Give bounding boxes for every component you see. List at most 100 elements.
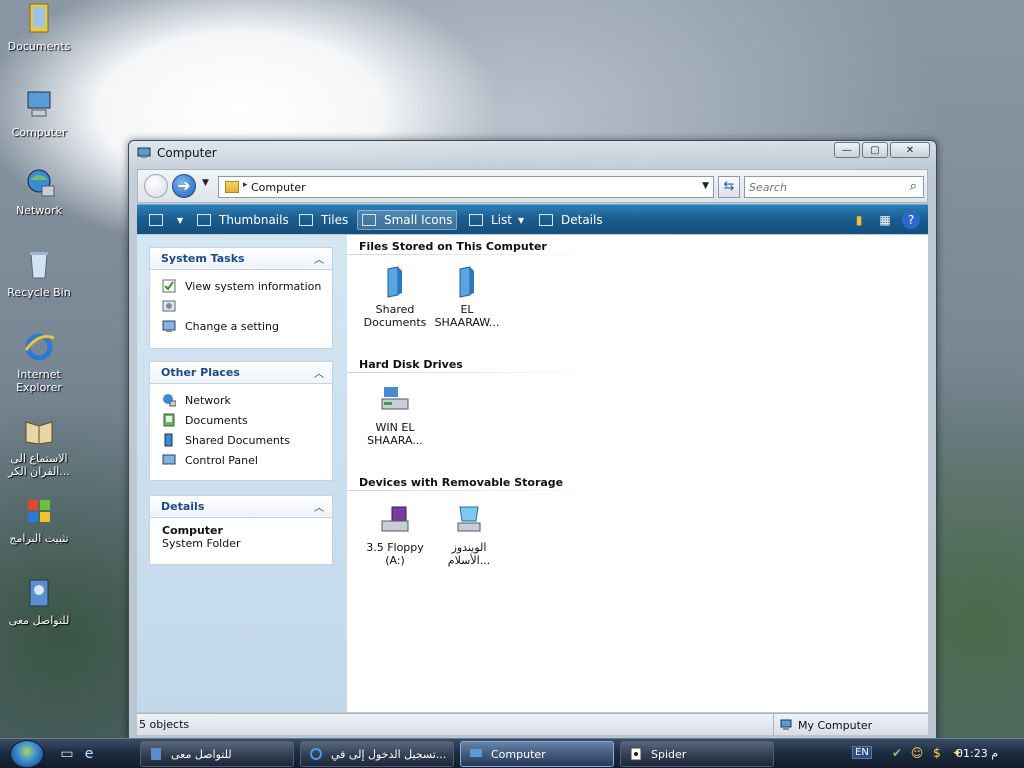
- close-button[interactable]: ✕: [890, 142, 930, 158]
- panel-title: Details: [161, 500, 205, 513]
- place-network[interactable]: Network: [162, 390, 332, 410]
- task-add-remove-programs[interactable]: [162, 296, 332, 316]
- notes-icon[interactable]: ▮: [850, 211, 868, 229]
- desktop-icon-label: تثبيت البرامج: [9, 532, 69, 545]
- taskbar-button-computer[interactable]: Computer: [460, 741, 614, 767]
- tiles-label: Tiles: [321, 213, 349, 227]
- taskbar-button-browser[interactable]: تسجيل الدخول إلى في...: [300, 741, 454, 767]
- task-view-system-info[interactable]: View system information: [162, 276, 332, 296]
- desktop-icon-internet-explorer[interactable]: Internet Explorer: [4, 330, 74, 394]
- thumbnails-label: Thumbnails: [219, 213, 289, 227]
- desktop-icon-label: للتواصل معى: [8, 614, 70, 627]
- computer-icon: [470, 749, 482, 757]
- explorer-window: Computer — ▢ ✕ ➜ ▼ ▸ Computer ▼ ⇆ ⌕ ▼ Th…: [128, 140, 937, 740]
- clock[interactable]: م 01:23: [956, 747, 998, 760]
- chevron-up-icon[interactable]: ︿: [314, 251, 324, 266]
- left-task-pane: System Tasks ︿ View system information C…: [137, 235, 347, 712]
- list-button[interactable]: List ▼: [465, 210, 528, 230]
- language-indicator[interactable]: EN: [852, 746, 872, 759]
- place-documents[interactable]: Documents: [162, 410, 332, 430]
- desktop-icon-install-programs[interactable]: تثبيت البرامج: [4, 494, 74, 545]
- desktop-icon-network[interactable]: Network: [4, 166, 74, 217]
- place-shared-documents[interactable]: Shared Documents: [162, 430, 332, 450]
- forward-button[interactable]: ➜: [172, 174, 196, 198]
- recycle-bin-icon: [30, 252, 48, 279]
- smiley-icon[interactable]: ☺: [910, 746, 924, 760]
- computer-icon: [780, 719, 792, 730]
- item-label-line2: (A:): [385, 554, 405, 567]
- tiles-button[interactable]: Tiles: [295, 210, 352, 230]
- forward-arrow-icon: ➜: [177, 176, 191, 195]
- control-panel-icon: [162, 454, 176, 465]
- task-label: Change a setting: [185, 319, 279, 333]
- status-location-label: My Computer: [798, 718, 873, 732]
- chevron-right-icon: ▸: [243, 180, 248, 190]
- quran-icon: [25, 421, 53, 445]
- desktop-icon-contact[interactable]: للتواصل معى: [4, 576, 74, 627]
- spider-solitaire-icon: [630, 747, 642, 761]
- item-label-line1: EL: [460, 303, 474, 316]
- hard-drive-icon: [381, 387, 409, 410]
- details-view-button[interactable]: Details: [535, 210, 607, 230]
- small-icons-button[interactable]: Small Icons: [357, 210, 458, 230]
- desktop-icon-label: الاستماع الى القران الكر...: [8, 452, 70, 478]
- taskbar-button-label: Spider: [651, 747, 687, 761]
- item-label-line2: الأسلام...: [447, 554, 491, 567]
- drive-item-dvd[interactable]: الويندوز الأسلام...: [431, 503, 507, 567]
- tray-app-icon[interactable]: $: [930, 746, 944, 760]
- taskbar-button-spider[interactable]: Spider: [620, 741, 774, 767]
- details-header[interactable]: Details ︿: [150, 496, 332, 518]
- group-divider: [347, 490, 597, 491]
- taskbar-button-label: للتواصل معى: [171, 747, 232, 761]
- calendar-icon[interactable]: ▦: [876, 211, 894, 229]
- recent-pages-dropdown[interactable]: ▼: [202, 178, 209, 188]
- small-icons-icon: [362, 214, 376, 226]
- drive-item-floppy[interactable]: 3.5 Floppy (A:): [357, 503, 433, 567]
- desktop-icon-quran[interactable]: الاستماع الى القران الكر...: [4, 414, 74, 478]
- chevron-up-icon[interactable]: ︿: [314, 499, 324, 514]
- other-places-header[interactable]: Other Places ︿: [150, 362, 332, 384]
- desktop-icon-label: Internet Explorer: [16, 368, 62, 394]
- tray-app-icon[interactable]: ✔: [890, 746, 904, 760]
- place-control-panel[interactable]: Control Panel: [162, 450, 332, 470]
- refresh-button[interactable]: ⇆: [718, 176, 740, 198]
- file-item-shared-documents[interactable]: Shared Documents: [357, 265, 433, 329]
- maximize-button[interactable]: ▢: [862, 142, 888, 158]
- help-icon[interactable]: ?: [902, 211, 920, 229]
- show-desktop-icon[interactable]: ▭: [58, 745, 76, 763]
- internet-explorer-icon[interactable]: e: [80, 745, 98, 763]
- back-button[interactable]: [144, 174, 168, 198]
- search-input[interactable]: [745, 177, 895, 197]
- system-tasks-header[interactable]: System Tasks ︿: [150, 248, 332, 270]
- item-label-line1: 3.5 Floppy: [366, 541, 424, 554]
- status-object-count: 5 objects: [139, 718, 190, 731]
- taskbar-button-contact[interactable]: للتواصل معى: [140, 741, 294, 767]
- title-bar[interactable]: Computer — ▢ ✕: [129, 141, 936, 167]
- address-dropdown-icon[interactable]: ▼: [702, 181, 709, 191]
- status-location: My Computer: [773, 714, 909, 736]
- contact-icon: [29, 579, 49, 607]
- desktop-icon-documents[interactable]: Documents: [4, 2, 74, 53]
- desktop-icon-computer[interactable]: Computer: [4, 88, 74, 139]
- panel-title: System Tasks: [161, 252, 245, 265]
- minimize-button[interactable]: —: [834, 142, 860, 158]
- task-label: View system information: [185, 279, 322, 293]
- user-folder-icon: [459, 266, 474, 298]
- views-button[interactable]: ▼: [145, 210, 187, 230]
- internet-explorer-icon: [310, 748, 322, 760]
- group-divider: [347, 372, 597, 373]
- address-bar[interactable]: ▸ Computer ▼: [218, 176, 714, 198]
- thumbnails-button[interactable]: Thumbnails: [193, 210, 293, 230]
- command-bar: ▼ Thumbnails Tiles Small Icons List ▼ Det…: [137, 204, 928, 234]
- place-label: Control Panel: [185, 453, 258, 467]
- chevron-up-icon[interactable]: ︿: [314, 365, 324, 380]
- documents-icon: [29, 3, 49, 33]
- drive-item-win[interactable]: WIN EL SHAARA...: [357, 383, 433, 447]
- breadcrumb-computer[interactable]: Computer: [251, 181, 306, 194]
- task-change-setting[interactable]: Change a setting: [162, 316, 332, 336]
- file-item-el-shaarawy[interactable]: EL SHAARAW...: [429, 265, 505, 329]
- start-button[interactable]: [10, 740, 44, 768]
- group-header-files: Files Stored on This Computer: [359, 240, 547, 253]
- desktop-icon-recycle-bin[interactable]: Recycle Bin: [4, 248, 74, 299]
- search-icon[interactable]: ⌕: [910, 179, 917, 194]
